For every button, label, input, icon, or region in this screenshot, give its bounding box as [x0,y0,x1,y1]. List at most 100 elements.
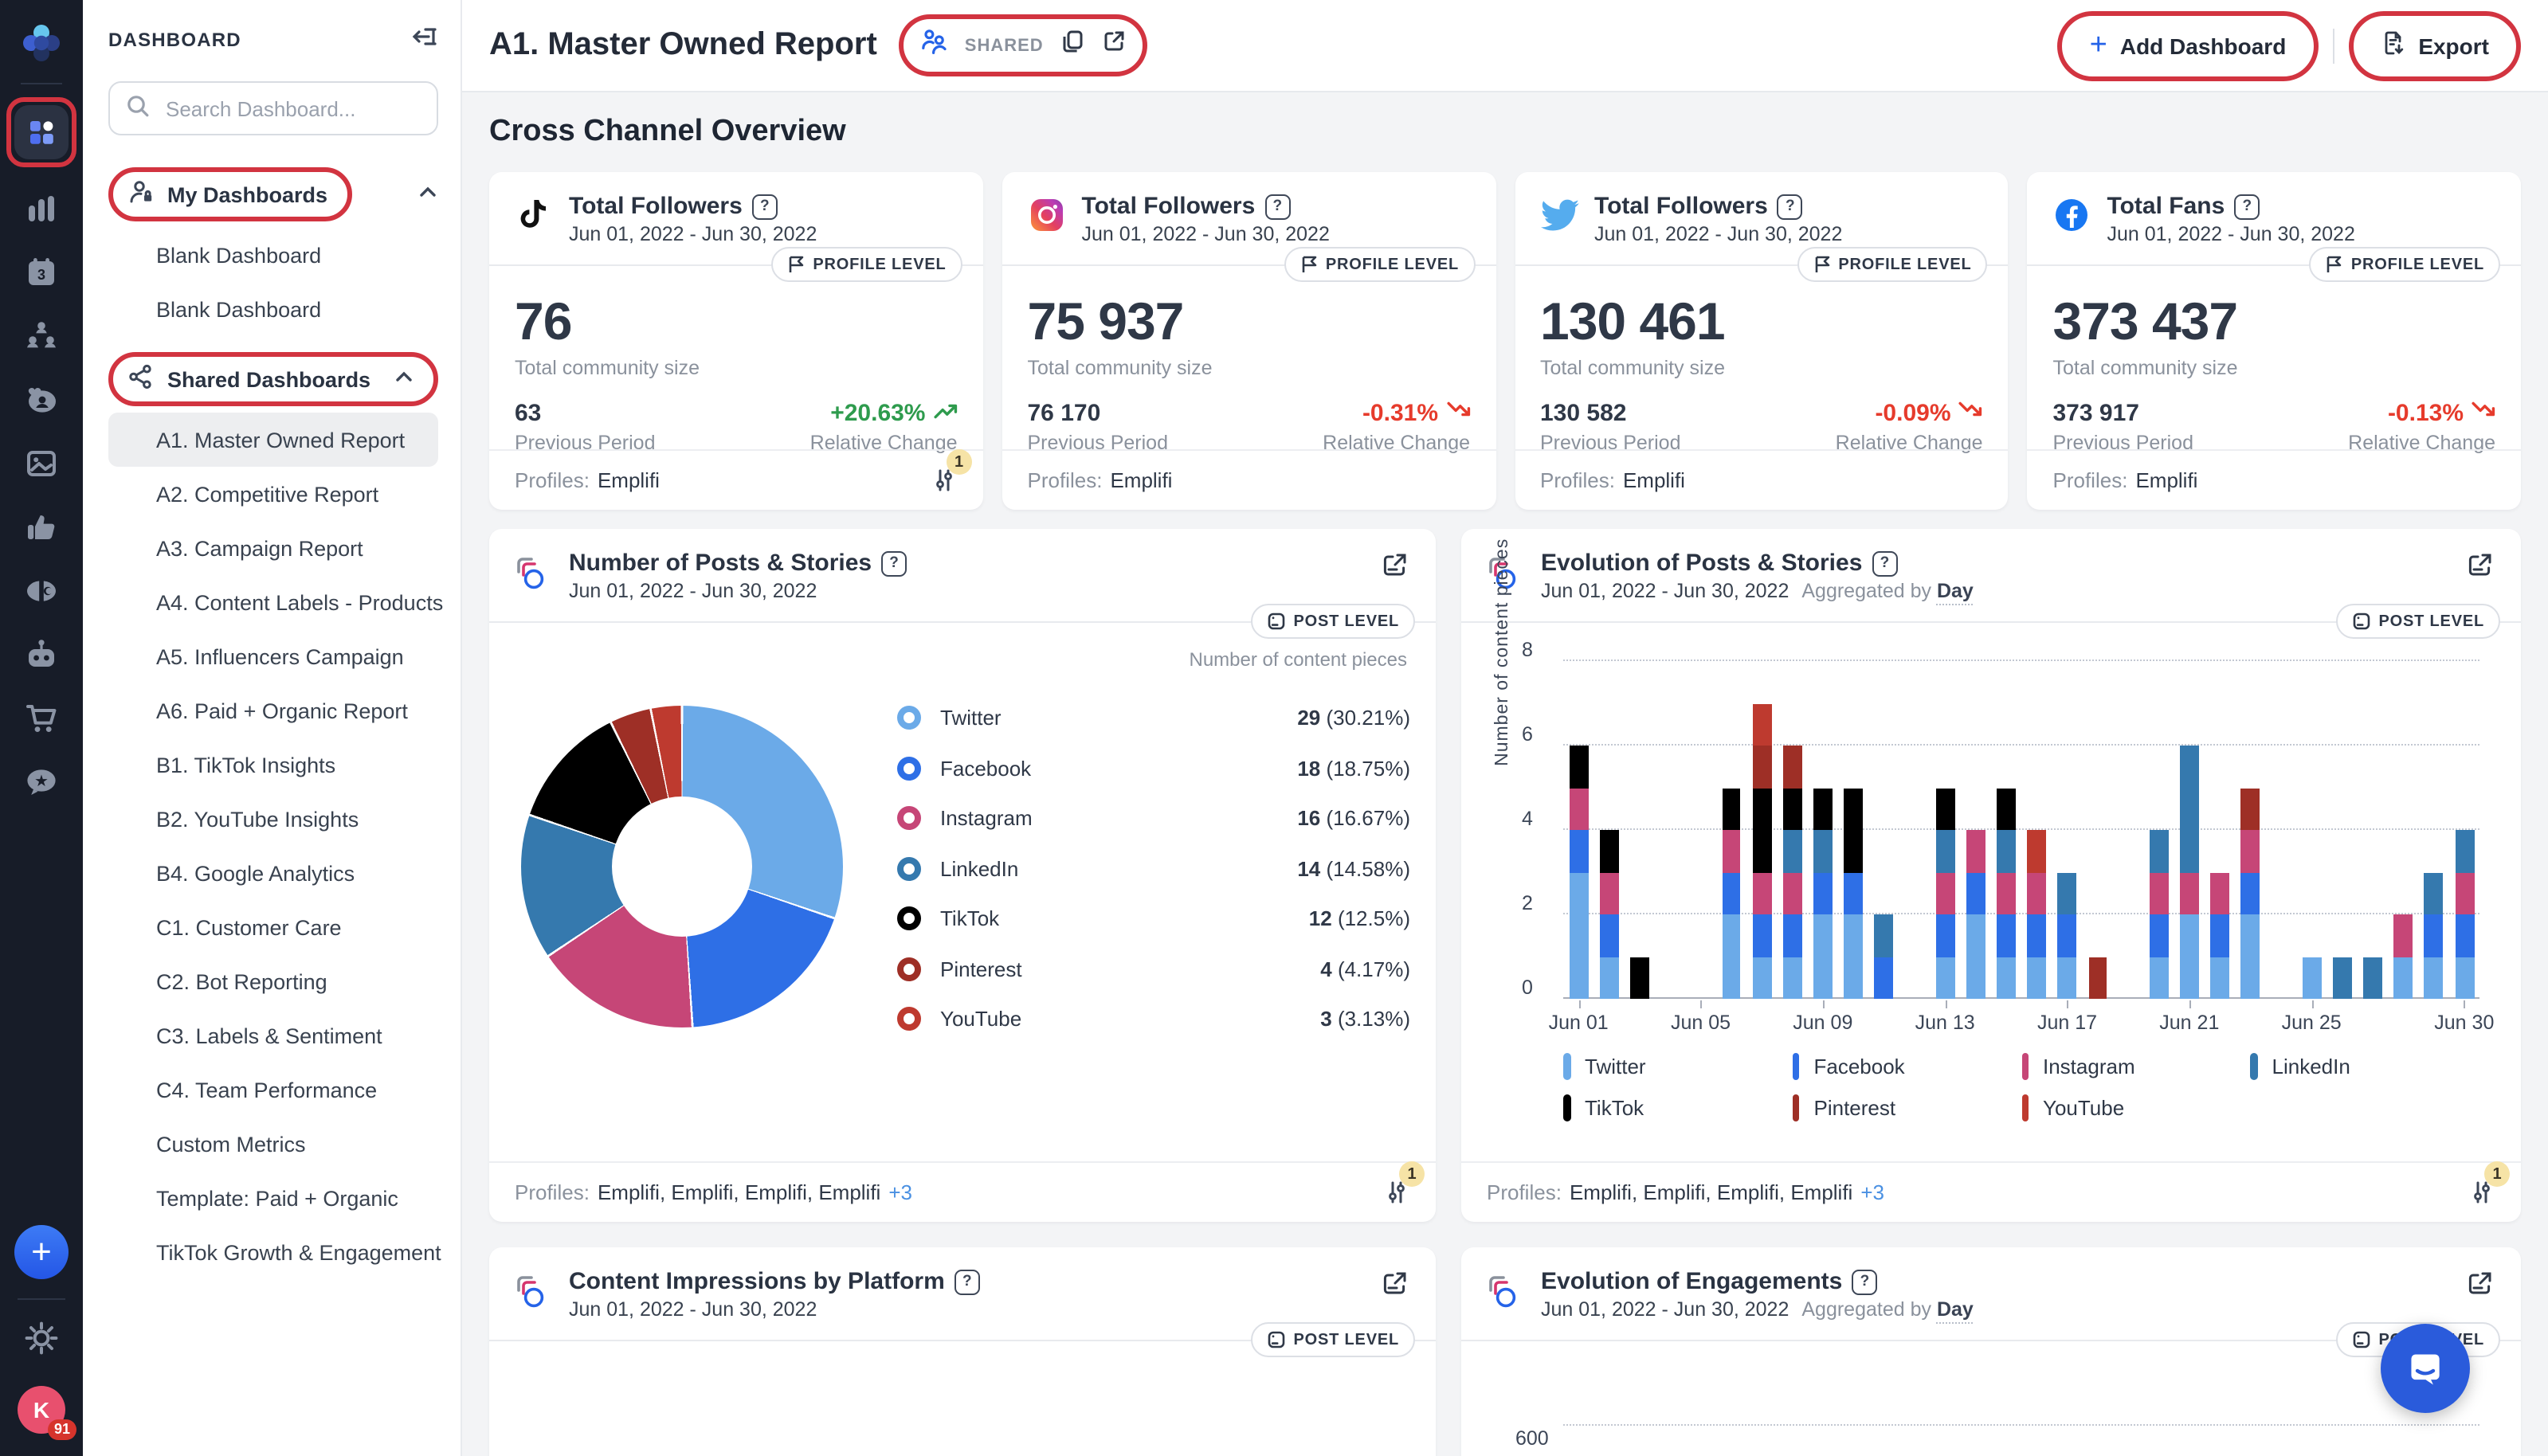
posts-donut-chart[interactable] [521,706,843,1027]
legend-item-linkedin[interactable]: LinkedIn [2251,1053,2480,1080]
sidebar-item[interactable]: B2. YouTube Insights [108,792,438,846]
day-bar[interactable] [2088,661,2107,999]
day-bar[interactable] [1600,661,1619,999]
day-bar[interactable] [1905,661,1924,999]
export-button[interactable]: Export [2358,20,2511,71]
rail-listening-icon[interactable] [24,573,59,609]
legend-item-facebook[interactable]: Facebook [1793,1053,2022,1080]
sidebar-item[interactable]: A2. Competitive Report [108,467,438,521]
my-dashboards-header[interactable]: My Dashboards [108,167,438,221]
day-bar[interactable] [2425,661,2444,999]
rail-analytics-icon[interactable] [24,191,59,226]
help-icon[interactable]: ? [2234,194,2260,219]
rail-commerce-icon[interactable] [24,701,59,736]
legend-row-linkedin[interactable]: LinkedIn 14 (14.58%) [897,843,1410,894]
day-bar[interactable] [2394,661,2413,999]
sidebar-item[interactable]: Template: Paid + Organic [108,1171,438,1225]
sidebar-item[interactable]: C3. Labels & Sentiment [108,1008,438,1063]
day-bar[interactable] [2150,661,2169,999]
profiles-more[interactable]: +3 [1860,1180,1884,1204]
day-bar[interactable] [2363,661,2382,999]
help-icon[interactable]: ? [955,1269,980,1294]
sidebar-item[interactable]: A6. Paid + Organic Report [108,683,438,738]
day-bar[interactable] [1783,661,1802,999]
help-icon[interactable]: ? [1264,194,1290,219]
help-icon[interactable]: ? [1872,550,1897,576]
day-bar[interactable] [2027,661,2046,999]
sidebar-item[interactable]: A1. Master Owned Report [108,413,438,467]
copy-icon[interactable] [1060,29,1085,62]
add-button[interactable]: + [14,1225,69,1279]
widget-export-icon[interactable] [2465,550,2495,588]
day-bar[interactable] [1875,661,1894,999]
legend-item-youtube[interactable]: YouTube [2021,1094,2251,1121]
sidebar-item[interactable]: C1. Customer Care [108,900,438,954]
legend-item-pinterest[interactable]: Pinterest [1793,1094,2022,1121]
help-icon[interactable]: ? [881,550,907,576]
sidebar-item[interactable]: C4. Team Performance [108,1063,438,1117]
add-dashboard-button[interactable]: + Add Dashboard [2068,20,2309,71]
profiles-more[interactable]: +3 [888,1180,912,1204]
sidebar-item[interactable]: A5. Influencers Campaign [108,629,438,683]
search-dashboard-input[interactable] [163,95,421,122]
chevron-up-icon[interactable] [417,182,438,207]
intercom-chat-button[interactable] [2381,1324,2470,1413]
day-bar[interactable] [1935,661,1954,999]
help-icon[interactable]: ? [752,194,778,219]
sidebar-item[interactable]: B4. Google Analytics [108,846,438,900]
sidebar-item[interactable]: TikTok Growth & Engagement [108,1225,438,1279]
rail-engagement-icon[interactable] [24,510,59,545]
day-bar[interactable] [1691,661,1711,999]
day-bar[interactable] [2119,661,2138,999]
day-bar[interactable] [1966,661,1985,999]
rail-community-icon[interactable] [24,319,59,354]
sidebar-item[interactable]: B1. TikTok Insights [108,738,438,792]
day-bar[interactable] [2455,661,2474,999]
widget-export-icon[interactable] [1380,1268,1410,1306]
rail-content-icon[interactable] [24,446,59,481]
day-bar[interactable] [1997,661,2016,999]
filter-indicator[interactable]: 1 [1383,1179,1410,1206]
day-bar[interactable] [1722,661,1741,999]
rail-bot-icon[interactable] [24,637,59,672]
day-bar[interactable] [2241,661,2260,999]
rail-dashboard-icon[interactable] [14,105,69,159]
aggregation-value[interactable]: Day [1937,580,1974,605]
legend-row-pinterest[interactable]: Pinterest 4 (4.17%) [897,944,1410,994]
filter-indicator[interactable]: 1 [931,467,958,494]
legend-item-instagram[interactable]: Instagram [2021,1053,2251,1080]
sidebar-item[interactable]: Custom Metrics [108,1117,438,1171]
widget-export-icon[interactable] [1380,550,1410,588]
rail-care-icon[interactable] [24,382,59,417]
settings-gear-icon[interactable] [24,1321,59,1356]
day-bar[interactable] [1630,661,1649,999]
search-dashboard-box[interactable] [108,81,438,135]
sidebar-item[interactable]: C2. Bot Reporting [108,954,438,1008]
legend-row-twitter[interactable]: Twitter 29 (30.21%) [897,693,1410,743]
sidebar-item[interactable]: A3. Campaign Report [108,521,438,575]
chevron-up-icon[interactable] [394,366,414,392]
day-bar[interactable] [2333,661,2352,999]
day-bar[interactable] [2272,661,2291,999]
sidebar-item[interactable]: Blank Dashboard [108,282,438,336]
user-avatar[interactable]: K 91 [18,1386,65,1434]
stacked-bar-chart[interactable]: Number of content pieces 02468Jun 01Jun … [1563,661,2479,999]
legend-row-instagram[interactable]: Instagram 16 (16.67%) [897,793,1410,843]
day-bar[interactable] [1660,661,1680,999]
emplifi-logo[interactable] [18,19,65,67]
widget-export-icon[interactable] [2465,1268,2495,1306]
filter-indicator[interactable]: 1 [2468,1179,2495,1206]
legend-row-tiktok[interactable]: TikTok 12 (12.5%) [897,894,1410,944]
legend-item-twitter[interactable]: Twitter [1563,1053,1793,1080]
day-bar[interactable] [1844,661,1863,999]
day-bar[interactable] [1813,661,1833,999]
sidebar-item[interactable]: A4. Content Labels - Products [108,575,438,629]
day-bar[interactable] [2180,661,2199,999]
legend-item-tiktok[interactable]: TikTok [1563,1094,1793,1121]
shared-dashboards-header[interactable]: Shared Dashboards [108,352,438,406]
day-bar[interactable] [2303,661,2322,999]
help-icon[interactable]: ? [1778,194,1803,219]
sidebar-item[interactable]: Blank Dashboard [108,228,438,282]
day-bar[interactable] [2058,661,2077,999]
collapse-sidebar-icon[interactable] [410,22,438,56]
